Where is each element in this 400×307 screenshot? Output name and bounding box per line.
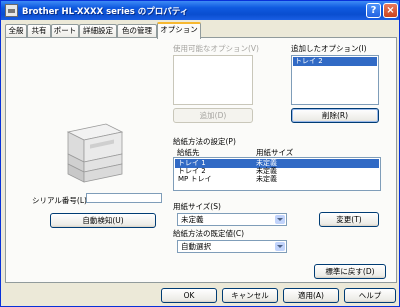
size-cell: 未定義 [256,175,277,183]
tab-advanced[interactable]: 詳細設定 [79,24,117,38]
source-cell: MP トレイ [178,175,212,183]
apply-button[interactable]: 適用(A) [283,288,339,303]
default-source-select[interactable]: 自動選択 [177,240,287,253]
tab-color-management[interactable]: 色の管理 [117,24,157,38]
tab-general[interactable]: 全般 [5,24,27,38]
add-option-button[interactable]: 追加(D) [173,108,253,123]
default-source-label: 給紙方法の既定値(C) [173,229,245,238]
installed-options-label: 追加したオプション(I) [291,44,367,53]
paper-source-settings-label: 給紙方法の設定(P) [173,137,236,146]
serial-number-label: シリアル番号(L) [32,196,87,205]
title-bar[interactable]: Brother HL-XXXX series のプロパティ ? × [1,1,399,20]
default-source-value: 自動選択 [181,242,211,251]
paper-size-label: 用紙サイズ(S) [173,202,221,211]
auto-detect-button[interactable]: 自動検知(U) [50,213,156,228]
restore-defaults-button[interactable]: 標準に戻す(D) [314,264,386,279]
tab-ports[interactable]: ポート [51,24,79,38]
properties-window: Brother HL-XXXX series のプロパティ ? × 全般 共有 … [0,0,400,307]
printer-image [66,123,124,183]
tab-options[interactable]: オプション [157,22,201,39]
table-row[interactable]: MP トレイ 未定義 [175,175,379,184]
close-title-button[interactable]: × [383,3,398,18]
ok-button[interactable]: OK [161,288,217,303]
cancel-button[interactable]: キャンセル [222,288,278,303]
remove-option-button[interactable]: 削除(R) [291,108,379,123]
serial-number-field[interactable] [86,193,162,203]
options-panel: 使用可能なオプション(V) 追加(D) 追加したオプション(I) トレイ 2 削… [5,37,397,283]
change-button[interactable]: 変更(T) [319,212,379,227]
paper-size-select[interactable]: 未定義 [177,213,287,226]
help-title-button[interactable]: ? [366,3,381,18]
chevron-down-icon[interactable] [275,215,285,224]
installed-options-list[interactable]: トレイ 2 [291,55,379,105]
paper-size-value: 未定義 [181,215,204,224]
window-title: Brother HL-XXXX series のプロパティ [22,7,189,17]
tab-sharing[interactable]: 共有 [27,24,51,38]
list-item[interactable]: トレイ 2 [293,57,377,66]
chevron-down-icon[interactable] [275,242,285,251]
paper-source-list[interactable]: トレイ 1 未定義 トレイ 2 未定義 MP トレイ 未定義 [173,157,381,191]
help-button[interactable]: ヘルプ [344,288,396,303]
available-options-label: 使用可能なオプション(V) [173,44,259,53]
available-options-list[interactable] [173,55,253,105]
printer-icon [5,4,18,17]
